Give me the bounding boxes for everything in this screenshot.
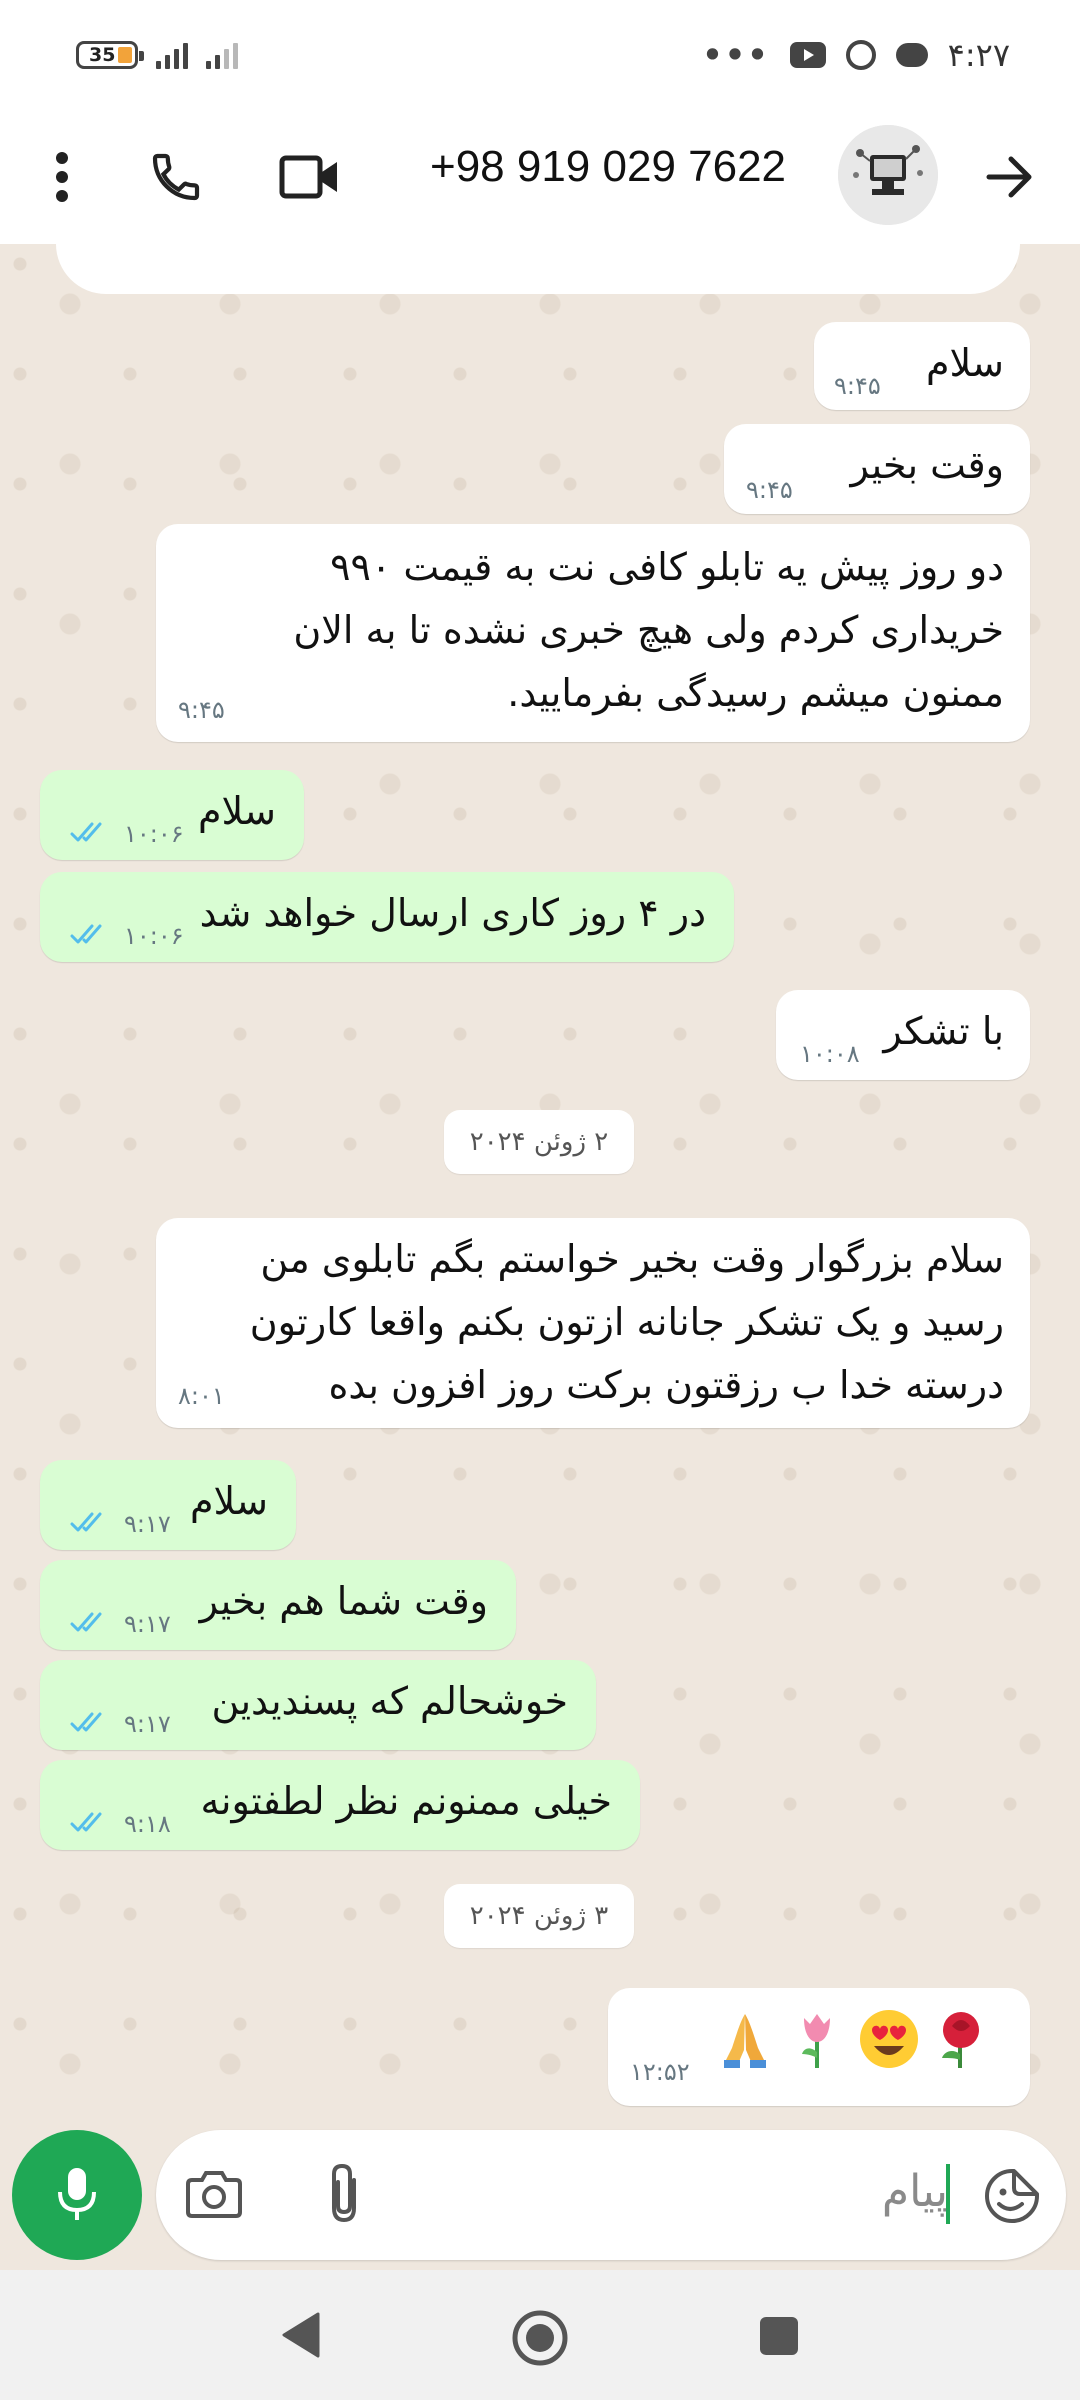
sticker-icon[interactable] [984,2168,1040,2228]
message-time: ۹:۴۵ [834,372,881,400]
message-bubble-outgoing[interactable]: خوشحالم که پسندیدین ۹:۱۷ [40,1660,596,1750]
message-time: ۹:۴۵ [178,696,225,724]
nav-recents-icon[interactable] [758,2315,800,2361]
message-time: ۸:۰۱ [178,1382,225,1410]
battery-icon: 35 [76,41,144,69]
message-time: ۱۲:۵۲ [630,2058,690,2086]
folded-hands-emoji [724,2014,766,2068]
read-receipt-icon [70,924,102,944]
read-receipt-icon [70,1812,102,1832]
message-text: وقت شما هم بخیر [199,1579,488,1623]
camera-icon[interactable] [186,2168,242,2222]
message-composer: پیام [0,2124,1080,2270]
message-time: ۹:۱۸ [124,1810,171,1838]
read-receipt-icon [70,822,102,842]
youtube-icon [789,42,826,68]
attach-icon[interactable] [324,2162,364,2228]
status-bar: 35 ••• ۴:۲۷ [0,0,1080,110]
message-time: ۱۰:۰۸ [800,1040,860,1068]
battery-level: 35 [89,44,116,66]
status-left: 35 [76,41,238,69]
read-receipt-icon [70,1712,102,1732]
read-receipt-icon [70,1612,102,1632]
message-text: خوشحالم که پسندیدین [211,1679,568,1723]
message-icon [895,43,928,67]
chat-area[interactable]: سلام ۹:۴۵ وقت بخیر ۹:۴۵ دو روز پیش یه تا… [0,244,1080,2124]
heart-eyes-emoji [860,2010,918,2068]
status-right: ••• ۴:۲۷ [702,36,1010,74]
message-bubble-outgoing[interactable]: سلام ۱۰:۰۶ [40,770,304,860]
rose-emoji [942,2012,979,2068]
read-receipt-icon [70,1512,102,1532]
system-navigation-bar [0,2270,1080,2400]
signal-icon [156,41,188,69]
message-time: ۹:۱۷ [124,1710,171,1738]
message-text: سلام [189,1479,268,1523]
message-text: خیلی ممنونم نظر لطفتونه [200,1779,612,1823]
message-bubble-incoming[interactable]: ۱۲:۵۲ [608,1988,1030,2106]
message-time: ۹:۱۷ [124,1510,171,1538]
nav-home-icon[interactable] [510,2308,570,2372]
message-input[interactable]: پیام [156,2130,1066,2260]
back-arrow-icon[interactable] [980,147,1040,207]
message-text: در ۴ روز کاری ارسال خواهد شد [199,891,706,935]
message-bubble-outgoing[interactable]: در ۴ روز کاری ارسال خواهد شد ۱۰:۰۶ [40,872,734,962]
message-bubble-outgoing[interactable]: سلام ۹:۱۷ [40,1460,296,1550]
tulip-emoji [802,2014,830,2068]
video-call-icon[interactable] [278,145,342,209]
chat-header: +98 919 029 7622 [0,110,1080,245]
emoji-row [714,2008,992,2070]
more-options-icon[interactable] [40,147,84,207]
message-time: ۱۰:۰۶ [124,820,184,848]
more-notifications-icon: ••• [702,36,770,74]
message-text: سلام بزرگوار وقت بخیر خواستم بگم تابلوی … [249,1237,1004,1407]
message-text: وقت بخیر [850,443,1004,487]
message-text: سلام [197,789,276,833]
avatar[interactable] [838,125,938,225]
message-time: ۹:۱۷ [124,1610,171,1638]
message-time: ۱۰:۰۶ [124,922,184,950]
message-text: دو روز پیش یه تابلو کافی نت به قیمت ۹۹۰ … [293,545,1004,715]
encryption-notice-card [56,244,1020,294]
date-divider: ۳ ژوئن ۲۰۲۴ [444,1884,634,1948]
message-bubble-incoming[interactable]: سلام بزرگوار وقت بخیر خواستم بگم تابلوی … [156,1218,1030,1428]
message-placeholder: پیام [881,2166,948,2217]
message-bubble-incoming[interactable]: سلام ۹:۴۵ [814,322,1030,410]
message-bubble-outgoing[interactable]: خیلی ممنونم نظر لطفتونه ۹:۱۸ [40,1760,640,1850]
message-bubble-incoming[interactable]: دو روز پیش یه تابلو کافی نت به قیمت ۹۹۰ … [156,524,1030,742]
nav-back-icon[interactable] [278,2310,322,2364]
signal-icon-2 [206,41,238,69]
text-cursor [946,2164,950,2224]
message-text: سلام [925,341,1004,385]
message-text: با تشکر [883,1009,1004,1053]
date-divider: ۲ ژوئن ۲۰۲۴ [444,1110,634,1174]
whatsapp-icon [845,40,876,70]
contact-name[interactable]: +98 919 029 7622 [430,142,786,192]
message-time: ۹:۴۵ [746,476,793,504]
message-bubble-outgoing[interactable]: وقت شما هم بخیر ۹:۱۷ [40,1560,516,1650]
message-bubble-incoming[interactable]: وقت بخیر ۹:۴۵ [724,424,1030,514]
voice-call-icon[interactable] [144,145,208,209]
clock: ۴:۲۷ [947,36,1010,74]
message-bubble-incoming[interactable]: با تشکر ۱۰:۰۸ [776,990,1030,1080]
mic-icon[interactable] [12,2130,142,2260]
